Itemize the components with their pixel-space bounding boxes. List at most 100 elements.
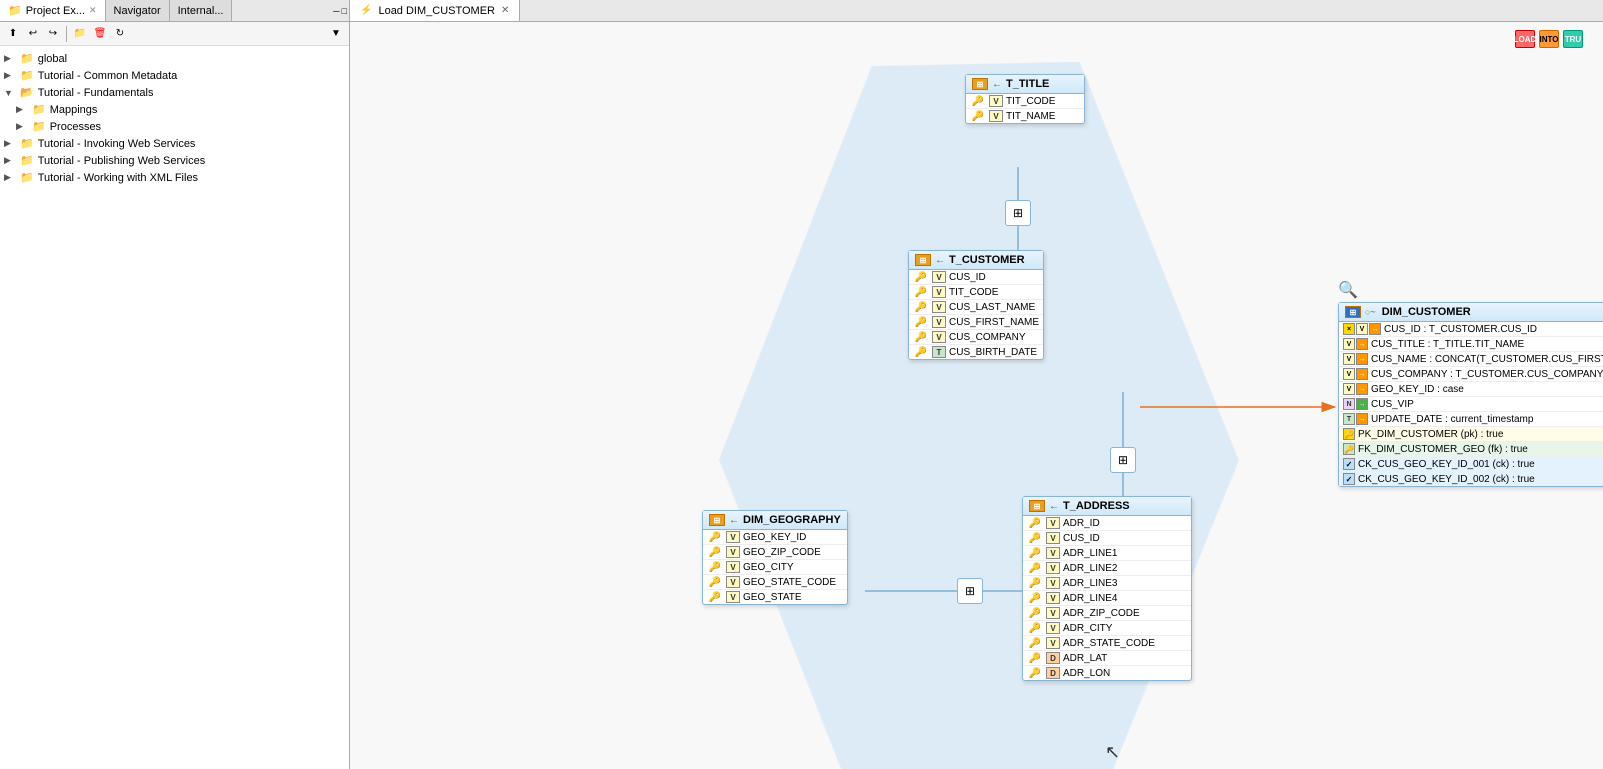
key-icon: × — [1343, 323, 1355, 335]
col-icon: 🔑 — [913, 271, 929, 283]
dim-customer-header[interactable]: ⊞ ○~ DIM_CUSTOMER — [1339, 303, 1603, 322]
col-geo-zip-code: 🔑 V GEO_ZIP_CODE — [703, 545, 847, 560]
col-geo-state-code: 🔑 V GEO_STATE_CODE — [703, 575, 847, 590]
constraint-pk: 🔑 PK_DIM_CUSTOMER (pk) : true — [1339, 427, 1603, 442]
back-btn[interactable]: ↩ — [24, 25, 42, 43]
col-cus-company: 🔑 V CUS_COMPANY — [909, 330, 1043, 345]
col-icon: 🔑 — [707, 546, 723, 558]
cursor: ↖ — [1105, 742, 1120, 763]
table-icon: ⊞ — [709, 514, 725, 526]
t-address-header[interactable]: ⊞ ← T_ADDRESS — [1023, 497, 1191, 516]
col-icon: 🔑 — [707, 561, 723, 573]
editor-tabs: ⚡ Load DIM_CUSTOMER ✕ — [350, 0, 1603, 22]
col-adr-city: 🔑 V ADR_CITY — [1023, 621, 1191, 636]
expand-mappings[interactable]: ▶ — [16, 104, 28, 115]
join-connector-1[interactable]: ⊞ — [1005, 200, 1031, 226]
col-adr-id: 🔑 V ADR_ID — [1023, 516, 1191, 531]
new-folder-btn[interactable]: 📁 — [71, 25, 89, 43]
col-adr-cus-id: 🔑 V CUS_ID — [1023, 531, 1191, 546]
tab-navigator[interactable]: Navigator — [106, 0, 170, 21]
col-icon: 🔑 — [913, 346, 929, 358]
tree-item-global[interactable]: ▶ 📁 global — [0, 50, 349, 67]
t-customer-header[interactable]: ⊞ ← T_CUSTOMER — [909, 251, 1043, 270]
expand-invoking[interactable]: ▶ — [4, 138, 16, 149]
expand-publishing[interactable]: ▶ — [4, 155, 16, 166]
tree-item-processes[interactable]: ▶ 📁 Processes — [12, 118, 349, 135]
col-cus-first-name: 🔑 V CUS_FIRST_NAME — [909, 315, 1043, 330]
expand-xml-files[interactable]: ▶ — [4, 172, 16, 183]
mapping-icon: → — [1356, 368, 1368, 380]
col-geo-city: 🔑 V GEO_CITY — [703, 560, 847, 575]
close-editor-tab[interactable]: ✕ — [501, 5, 509, 16]
tree-item-invoking[interactable]: ▶ 📁 Tutorial - Invoking Web Services — [0, 135, 349, 152]
table-icon: ⊞ — [915, 254, 931, 266]
tree-area: ▶ 📁 global ▶ 📁 Tutorial - Common Metadat… — [0, 46, 349, 769]
tree-item-fundamentals[interactable]: ▼ 📂 Tutorial - Fundamentals — [0, 84, 349, 101]
ck-icon2: ✓ — [1343, 473, 1355, 485]
output-row-update-date: T → UPDATE_DATE : current_timestamp — [1339, 412, 1603, 427]
tab-project-explorer[interactable]: 📁 Project Ex... ✕ — [0, 0, 106, 21]
table-t-address: ⊞ ← T_ADDRESS 🔑 V ADR_ID 🔑 V CUS_ID 🔑 V … — [1022, 496, 1192, 681]
dropdown-btn[interactable]: ▼ — [327, 25, 345, 43]
table-dim-geography: ⊞ ← DIM_GEOGRAPHY 🔑 V GEO_KEY_ID 🔑 V GEO… — [702, 510, 848, 605]
canvas-search-icon[interactable]: 🔍 — [1338, 280, 1358, 300]
output-row-geo-key-id: V → GEO_KEY_ID : case — [1339, 382, 1603, 397]
t-title-header[interactable]: ⊞ ← T_TITLE — [966, 75, 1084, 94]
expand-fundamentals[interactable]: ▼ — [4, 88, 16, 98]
pk-icon: 🔑 — [1343, 428, 1355, 440]
expand-global[interactable]: ▶ — [4, 53, 16, 64]
col-cus-birth-date: 🔑 T CUS_BIRTH_DATE — [909, 345, 1043, 359]
type-v-icon: V — [1343, 368, 1355, 380]
tree-item-publishing[interactable]: ▶ 📁 Tutorial - Publishing Web Services — [0, 152, 349, 169]
into-btn[interactable]: INTO — [1539, 30, 1559, 48]
mapping-icon: → — [1369, 323, 1381, 335]
col-icon: 🔑 — [707, 591, 723, 603]
tree-item-xml-files[interactable]: ▶ 📁 Tutorial - Working with XML Files — [0, 169, 349, 186]
col-icon: 🔑 — [970, 110, 986, 122]
tab-load-dim-customer[interactable]: ⚡ Load DIM_CUSTOMER ✕ — [350, 0, 520, 21]
mapping-icon: → — [1356, 353, 1368, 365]
maximize-icon[interactable]: □ — [342, 6, 347, 16]
col-tit-code: 🔑 V TIT_CODE — [966, 94, 1084, 109]
delete-btn[interactable]: 🗑 — [91, 25, 109, 43]
output-row-cus-title: V → CUS_TITLE : T_TITLE.TIT_NAME — [1339, 337, 1603, 352]
type-v-icon: V — [1356, 323, 1368, 335]
col-adr-line2: 🔑 V ADR_LINE2 — [1023, 561, 1191, 576]
type-v-icon: V — [1343, 353, 1355, 365]
col-icon: 🔑 — [707, 531, 723, 543]
col-tit-name: 🔑 V TIT_NAME — [966, 109, 1084, 123]
ck-icon: ✓ — [1343, 458, 1355, 470]
type-v-icon: V — [1343, 383, 1355, 395]
forward-btn[interactable]: ↪ — [44, 25, 62, 43]
col-adr-line1: 🔑 V ADR_LINE1 — [1023, 546, 1191, 561]
tree-item-mappings[interactable]: ▶ 📁 Mappings — [12, 101, 349, 118]
dim-geography-header[interactable]: ⊞ ← DIM_GEOGRAPHY — [703, 511, 847, 530]
canvas-area[interactable]: ⊞ ← T_TITLE 🔑 V TIT_CODE 🔑 V TIT_NAME ⊞ … — [350, 22, 1603, 769]
minimize-icon[interactable]: ─ — [333, 6, 339, 16]
col-icon: 🔑 — [913, 331, 929, 343]
tree-item-common-meta[interactable]: ▶ 📁 Tutorial - Common Metadata — [0, 67, 349, 84]
collapse-all-btn[interactable]: ⬆ — [4, 25, 22, 43]
col-tit-code2: 🔑 V TIT_CODE — [909, 285, 1043, 300]
refresh-btn[interactable]: ↻ — [111, 25, 129, 43]
panel-toolbar: ⬆ ↩ ↪ 📁 🗑 ↻ ▼ — [0, 22, 349, 46]
join-connector-3[interactable]: ⊞ — [957, 578, 983, 604]
join-connector-2[interactable]: ⊞ — [1110, 447, 1136, 473]
table-t-customer: ⊞ ← T_CUSTOMER 🔑 V CUS_ID 🔑 V TIT_CODE 🔑… — [908, 250, 1044, 360]
output-row-cus-company: V → CUS_COMPANY : T_CUSTOMER.CUS_COMPANY — [1339, 367, 1603, 382]
load-btn[interactable]: LOAD — [1515, 30, 1535, 48]
col-adr-state-code: 🔑 V ADR_STATE_CODE — [1023, 636, 1191, 651]
tru-btn[interactable]: TRU — [1563, 30, 1583, 48]
panel-tabs: 📁 Project Ex... ✕ Navigator Internal... … — [0, 0, 349, 22]
col-geo-state: 🔑 V GEO_STATE — [703, 590, 847, 604]
col-cus-id: 🔑 V CUS_ID — [909, 270, 1043, 285]
type-t-icon: T — [1343, 413, 1355, 425]
expand-processes[interactable]: ▶ — [16, 121, 28, 132]
output-row-cus-vip: N → CUS_VIP — [1339, 397, 1603, 412]
output-row-cus-name: V → CUS_NAME : CONCAT(T_CUSTOMER.CUS_FIR… — [1339, 352, 1603, 367]
tab-internal[interactable]: Internal... — [170, 0, 233, 21]
close-tab-icon[interactable]: ✕ — [89, 5, 97, 16]
type-v-icon: V — [1343, 338, 1355, 350]
expand-common-meta[interactable]: ▶ — [4, 70, 16, 81]
table-t-title: ⊞ ← T_TITLE 🔑 V TIT_CODE 🔑 V TIT_NAME — [965, 74, 1085, 124]
